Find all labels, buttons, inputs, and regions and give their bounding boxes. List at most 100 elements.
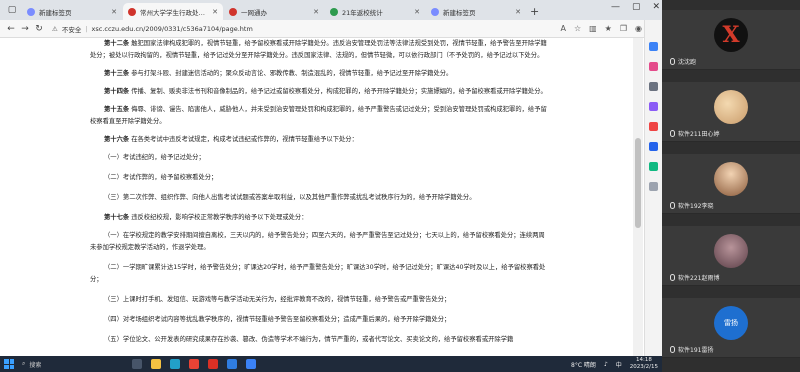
list-item: （三）第二次作弊、组织作弊、向他人出售考试试题或答案牟取利益，以及其他严重作弊或… xyxy=(104,194,476,201)
workspaces-icon[interactable]: ▢ xyxy=(4,2,20,18)
tab-new-2[interactable]: 新建标签页 ✕ xyxy=(426,3,526,20)
participant-tile[interactable]: 雷扬 软件191雷扬 xyxy=(662,298,800,358)
article-16: 第十六条 在各类考试中违反考试规定，构成考试违纪或作弊的，视情节轻重给予以下处分… xyxy=(104,136,358,143)
scrollbar-thumb[interactable] xyxy=(635,138,641,228)
address-bar: ← → ↻ ⚠ 不安全 | xsc.cczu.edu.cn/2009/0331/… xyxy=(0,20,662,38)
profile-icon[interactable]: ◉ xyxy=(635,24,642,33)
add-icon[interactable] xyxy=(649,182,658,191)
list-item: （二）一学期旷课累计达15学时，给予警告处分；旷课达20学时，给予严重警告处分；… xyxy=(90,264,546,283)
favorite-icon[interactable]: ☆ xyxy=(574,24,581,33)
store-icon[interactable] xyxy=(246,359,256,369)
page-content: 第十二条 触犯国家法律构成犯罪的，视情节轻重，给予留校察看或开除学籍处分。违反治… xyxy=(0,38,644,356)
mic-icon xyxy=(670,346,675,353)
browser-window: ▢ 新建标签页 ✕ 常州大学学生行政处分（校理） ✕ 一网通办 ✕ 21年返校统… xyxy=(0,0,662,356)
article-12: 第十二条 触犯国家法律构成犯罪的，视情节轻重，给予留校察看或开除学籍处分。违反治… xyxy=(90,40,547,59)
tab-favicon xyxy=(229,7,237,16)
article-13: 第十三条 参与打架斗殴、封建迷信活动的；聚众反动言论、邪教传教、制造混乱的，视情… xyxy=(104,70,453,77)
read-aloud-icon[interactable]: A xyxy=(560,24,565,33)
language-indicator[interactable]: 中 xyxy=(616,360,622,369)
favorites-icon[interactable]: ★ xyxy=(605,24,612,33)
outlook-icon[interactable] xyxy=(649,142,658,151)
taskbar-search[interactable]: ⌕ 搜索 xyxy=(22,360,92,369)
meeting-panel: X 沈沈跑 软件211田心婷 软件192李晓 软件221赵雨博 雷扬 软件191… xyxy=(662,0,800,372)
list-item: （三）上课时打手机、发短信、玩游戏等与教学活动无关行为，经批评教育不改的，视情节… xyxy=(104,296,451,303)
split-screen-icon[interactable]: ▥ xyxy=(589,24,597,33)
regulation-document: 第十二条 触犯国家法律构成犯罪的，视情节轻重，给予留校察看或开除学籍处分。违反治… xyxy=(90,38,550,354)
list-item: （一）考试违纪的，给予记过处分； xyxy=(104,154,205,161)
url-text: xsc.cczu.edu.cn/2009/0331/c536a7104/page… xyxy=(91,24,253,33)
file-explorer-icon[interactable] xyxy=(151,359,161,369)
mic-icon xyxy=(670,274,675,281)
tab-favicon xyxy=(330,7,338,16)
chrome-icon[interactable] xyxy=(189,359,199,369)
meeting-app-icon[interactable] xyxy=(227,359,237,369)
tab-return-stats[interactable]: 21年返校统计 ✕ xyxy=(325,3,425,20)
games-icon[interactable] xyxy=(649,102,658,111)
wps-icon[interactable] xyxy=(208,359,218,369)
article-17: 第十七条 违反校纪校规，影响学校正常教学秩序的给予以下处理或处分： xyxy=(104,214,308,221)
tab-label: 新建标签页 xyxy=(39,8,72,17)
refresh-icon[interactable]: ↻ xyxy=(32,24,46,34)
close-window-icon[interactable]: ✕ xyxy=(652,2,660,12)
edge-icon[interactable] xyxy=(170,359,180,369)
participant-tile[interactable]: X 沈沈跑 xyxy=(662,10,800,70)
clock[interactable]: 14:18 2023/2/15 xyxy=(630,357,658,371)
participant-name: 软件191雷扬 xyxy=(678,347,714,354)
list-item: （一）在学校规定的教学安排期间擅自离校，三天以内的，给予警告处分；四至六天的，给… xyxy=(90,232,545,251)
avatar: 雷扬 xyxy=(714,306,748,340)
collections-icon[interactable]: ❐ xyxy=(620,24,627,33)
close-icon[interactable]: ✕ xyxy=(111,8,117,16)
drop-icon[interactable] xyxy=(649,162,658,171)
scrollbar[interactable] xyxy=(633,38,643,356)
article-15: 第十五条 侮辱、诽谤、谩告、陷害他人，威胁他人，并未受到治安管理处罚和构成犯罪的… xyxy=(90,106,547,125)
tab-service[interactable]: 一网通办 ✕ xyxy=(224,3,324,20)
close-icon[interactable]: ✕ xyxy=(414,8,420,16)
close-icon[interactable]: ✕ xyxy=(313,8,319,16)
list-item: （五）学位论文、公开发表的研究成果存在抄袭、篡改、伪造等学术不端行为，情节严重的… xyxy=(104,336,514,343)
participant-name: 沈沈跑 xyxy=(678,59,697,66)
tab-new-1[interactable]: 新建标签页 ✕ xyxy=(22,3,122,20)
maximize-icon[interactable]: ▢ xyxy=(632,2,641,12)
office-icon[interactable] xyxy=(649,122,658,131)
tab-favicon xyxy=(27,7,35,16)
new-tab-button[interactable]: + xyxy=(530,5,539,20)
shopping-icon[interactable] xyxy=(649,62,658,71)
participant-name: 软件221赵雨博 xyxy=(678,275,720,282)
desktop-screen: ▢ 新建标签页 ✕ 常州大学学生行政处分（校理） ✕ 一网通办 ✕ 21年返校统… xyxy=(0,0,800,372)
minimize-icon[interactable]: — xyxy=(611,2,620,12)
tab-favicon xyxy=(128,7,136,16)
tab-label: 21年返校统计 xyxy=(342,8,383,17)
participant-tile[interactable]: 软件211田心婷 xyxy=(662,82,800,142)
url-field[interactable]: ⚠ 不安全 | xsc.cczu.edu.cn/2009/0331/c536a7… xyxy=(52,22,560,35)
close-icon[interactable]: ✕ xyxy=(212,8,218,16)
tab-bar: ▢ 新建标签页 ✕ 常州大学学生行政处分（校理） ✕ 一网通办 ✕ 21年返校统… xyxy=(0,0,662,20)
back-icon[interactable]: ← xyxy=(4,24,18,34)
participant-tile[interactable]: 软件221赵雨博 xyxy=(662,226,800,286)
volume-icon[interactable]: ♪ xyxy=(604,361,608,368)
search-icon[interactable] xyxy=(649,42,658,51)
avatar xyxy=(714,90,748,124)
article-14: 第十四条 传播、复制、贩卖非法书刊和音像制品的，给予记过或留校察看处分，构成犯罪… xyxy=(104,88,547,95)
tab-favicon xyxy=(431,7,439,16)
avatar: X xyxy=(714,18,748,52)
avatar xyxy=(714,234,748,268)
warning-icon[interactable]: ⚠ xyxy=(52,25,58,33)
taskbar-apps xyxy=(132,359,256,369)
system-tray: 8°C 晴朗 ♪ 中 14:18 2023/2/15 xyxy=(571,357,658,371)
mic-icon xyxy=(670,202,675,209)
task-view-icon[interactable] xyxy=(132,359,142,369)
mic-icon xyxy=(670,58,675,65)
participant-name: 软件211田心婷 xyxy=(678,131,720,138)
participant-tile[interactable]: 软件192李晓 xyxy=(662,154,800,214)
weather-status[interactable]: 8°C 晴朗 xyxy=(571,360,596,369)
tab-discipline[interactable]: 常州大学学生行政处分（校理） ✕ xyxy=(123,3,223,20)
tab-label: 新建标签页 xyxy=(443,8,476,17)
tools-icon[interactable] xyxy=(649,82,658,91)
forward-icon[interactable]: → xyxy=(18,24,32,34)
close-icon[interactable]: ✕ xyxy=(515,8,521,16)
window-controls: — ▢ ✕ xyxy=(611,2,660,12)
mic-icon xyxy=(670,130,675,137)
windows-start-icon[interactable] xyxy=(4,359,14,369)
tab-label: 一网通办 xyxy=(241,8,267,17)
list-item: （四）对考场组织考试内容等扰乱教学秩序的，视情节轻重给予警告至留校察看处分；造成… xyxy=(104,316,451,323)
